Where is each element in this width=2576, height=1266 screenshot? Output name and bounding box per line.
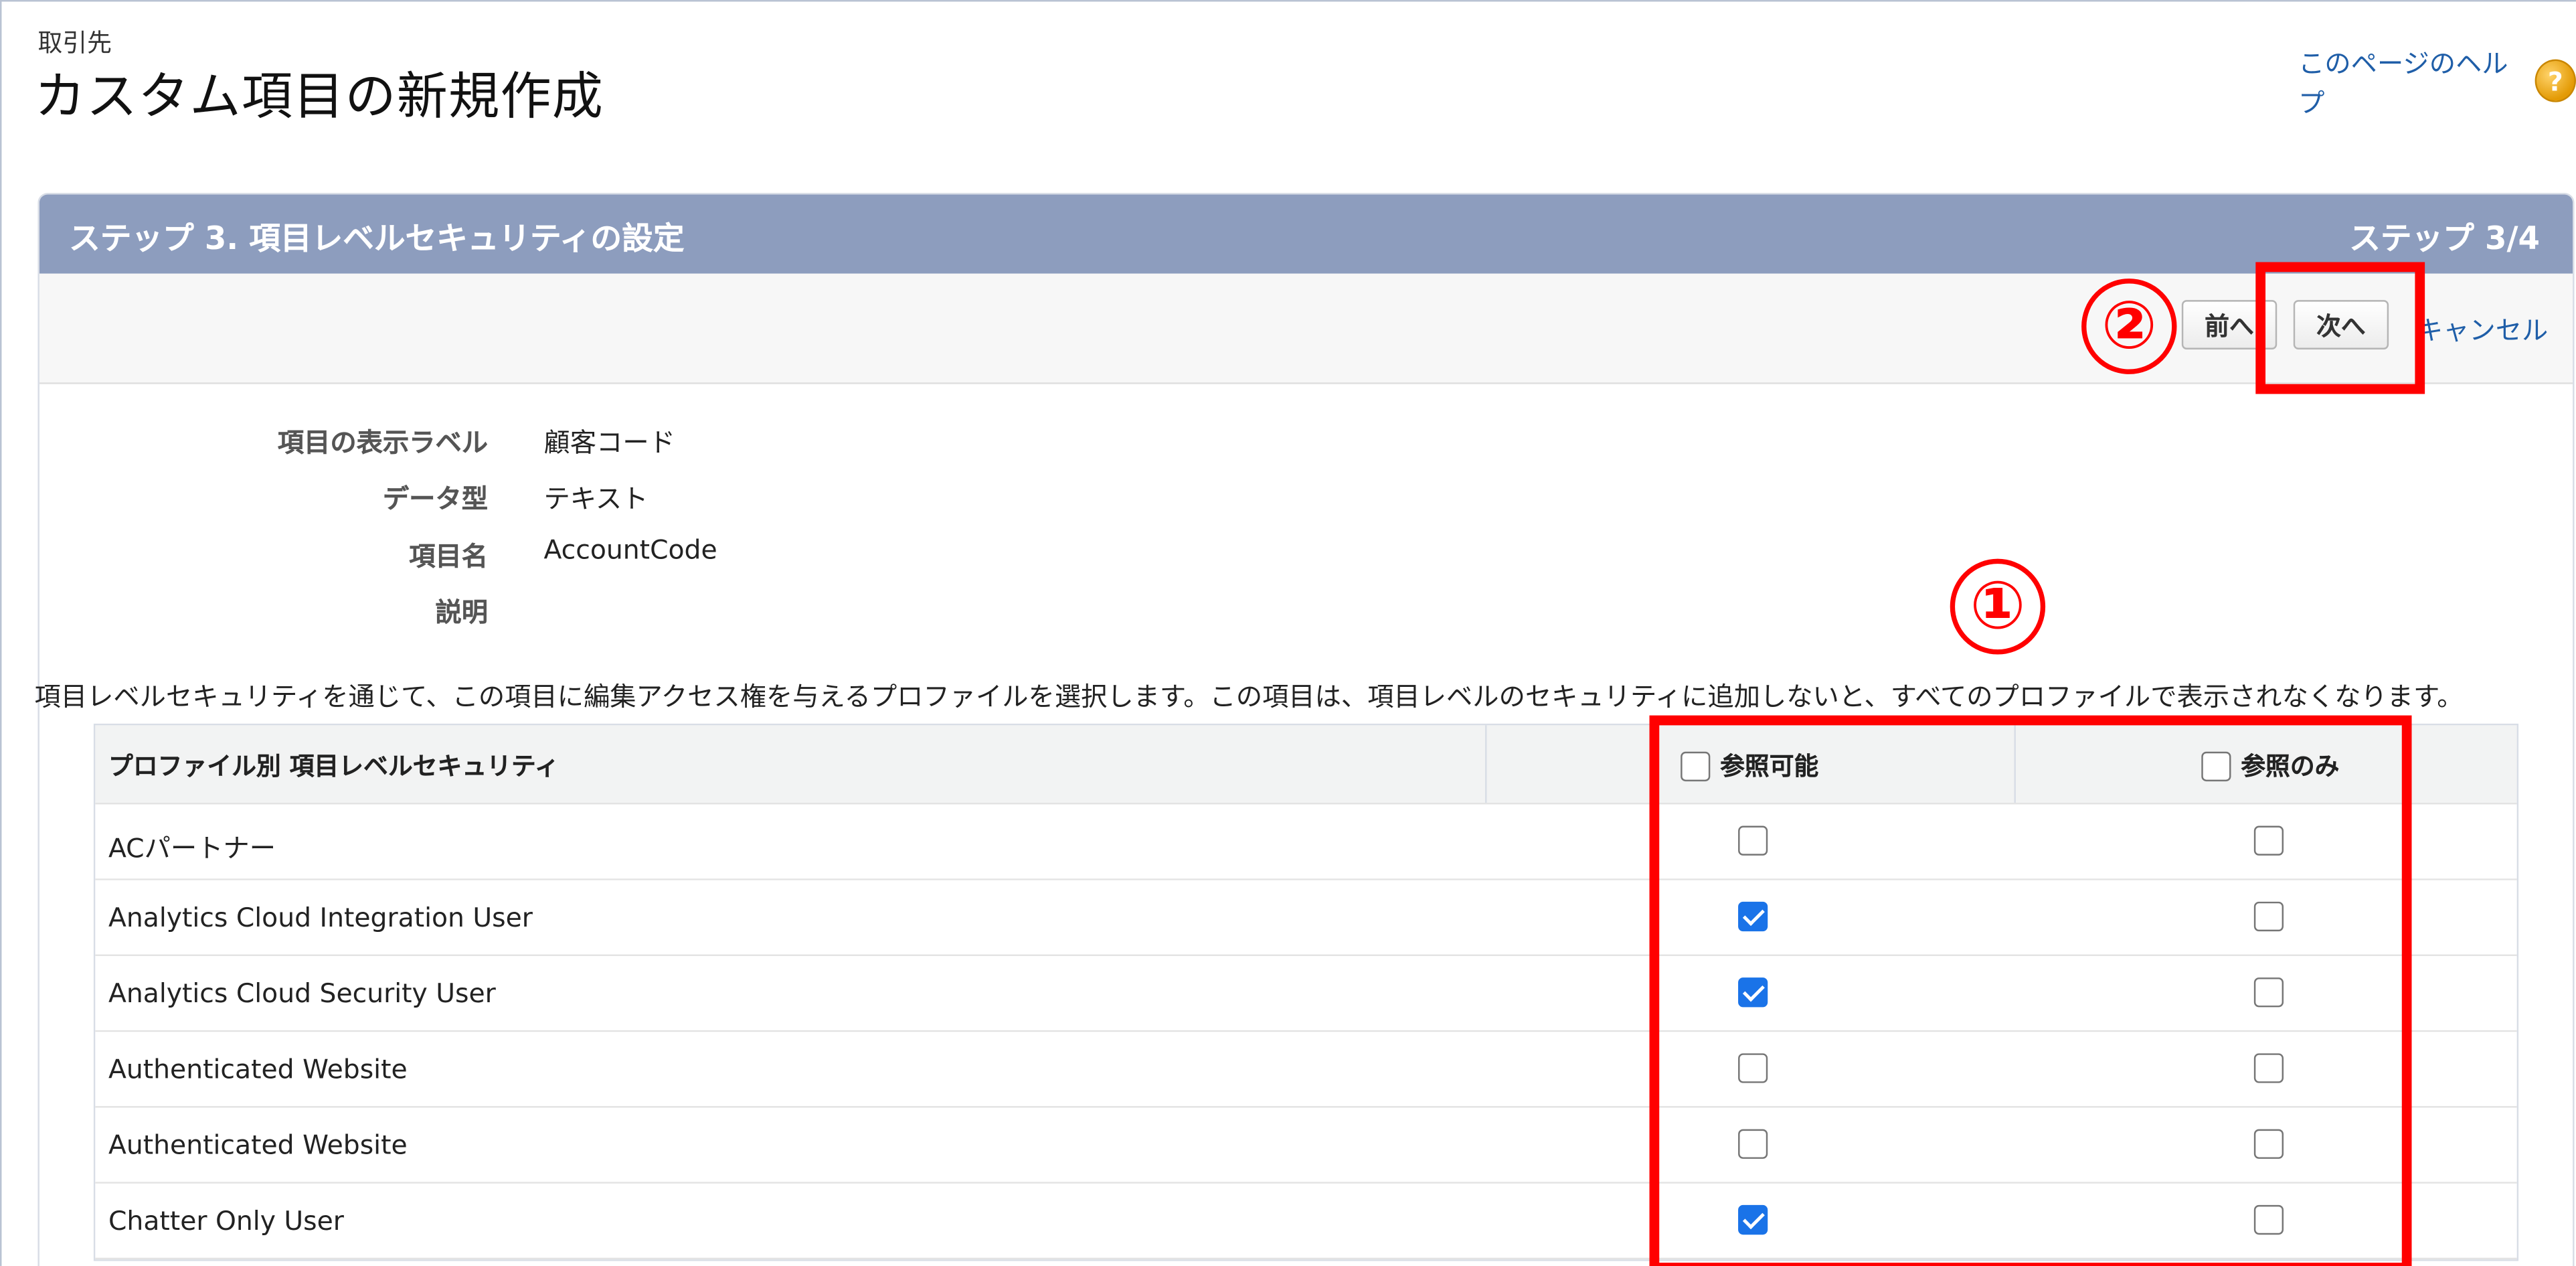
step-header: ステップ 3. 項目レベルセキュリティの設定 ステップ 3/4	[39, 194, 2573, 274]
annotation-marker-1: ①	[1950, 558, 2046, 655]
step-title: ステップ 3. 項目レベルセキュリティの設定	[69, 220, 685, 258]
data-type-label: データ型	[382, 483, 489, 515]
annotation-marker-2: ②	[2081, 279, 2177, 374]
page: 取引先 カスタム項目の新規作成 このページのヘルプ ? ステップ 3. 項目レベ…	[0, 0, 2576, 1266]
intro-text: 項目レベルセキュリティを通じて、この項目に編集アクセス権を与えるプロファイルを選…	[34, 680, 2464, 712]
button-bar: 前へ 次へ キャンセル	[39, 273, 2573, 384]
column-divider	[1485, 725, 1487, 803]
help-link-label[interactable]: このページのヘルプ	[2298, 42, 2525, 121]
field-label-value: 顧客コード	[543, 426, 675, 459]
field-label-label: 項目の表示ラベル	[277, 426, 489, 459]
description-label: 説明	[435, 597, 489, 629]
field-name-value: AccountCode	[543, 534, 717, 566]
annotation-box-next	[2255, 262, 2425, 394]
annotation-box-checkboxes	[1649, 715, 2412, 1266]
profile-name: Analytics Cloud Integration User	[108, 901, 533, 933]
step-counter: ステップ 3/4	[2349, 220, 2540, 258]
field-name-label: 項目名	[409, 540, 489, 572]
cancel-link[interactable]: キャンセル	[2417, 308, 2548, 347]
profile-name: Authenticated Website	[108, 1053, 408, 1085]
profile-name: Authenticated Website	[108, 1129, 408, 1161]
profile-name: ACパートナー	[108, 832, 276, 864]
question-circle-icon[interactable]: ?	[2535, 59, 2576, 102]
page-title: カスタム項目の新規作成	[34, 67, 604, 127]
header-profile: プロファイル別 項目レベルセキュリティ	[108, 751, 560, 782]
data-type-value: テキスト	[543, 483, 649, 515]
profile-name: Analytics Cloud Security User	[108, 977, 496, 1009]
profile-name: Chatter Only User	[108, 1204, 344, 1237]
help-link[interactable]: このページのヘルプ ?	[2298, 42, 2576, 121]
